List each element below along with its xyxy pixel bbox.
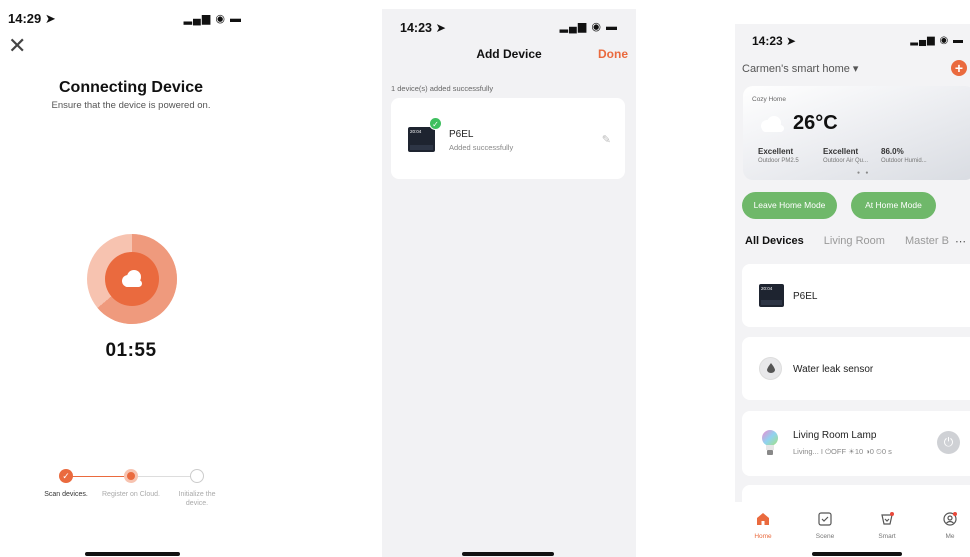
close-icon[interactable]: ✕ bbox=[8, 35, 26, 57]
add-icon[interactable]: + bbox=[951, 60, 967, 76]
status-time: 14:23 ➤ bbox=[752, 34, 797, 48]
connecting-screen: 14:29 ➤ ▂▄▆ ◉ ▬ ✕ Connecting Device Ensu… bbox=[0, 0, 262, 557]
device-status: Added successfully bbox=[449, 143, 514, 152]
metric-pm25: Excellent Outdoor PM2.5 bbox=[758, 147, 799, 164]
metric-label: Outdoor PM2.5 bbox=[758, 158, 799, 164]
device-name: Living Room Lamp bbox=[793, 430, 877, 441]
home-indicator[interactable] bbox=[85, 552, 180, 556]
home-icon bbox=[757, 513, 769, 525]
step-connector-done bbox=[66, 476, 131, 477]
tab-label: Scene bbox=[815, 533, 835, 540]
step-connector-pending bbox=[131, 476, 197, 477]
leave-home-mode-button[interactable]: Leave Home Mode bbox=[742, 192, 837, 219]
cloud-icon bbox=[758, 116, 786, 132]
step-pending-dot bbox=[190, 469, 204, 483]
cloud-icon bbox=[118, 268, 146, 290]
edit-icon[interactable]: ✎ bbox=[602, 133, 611, 146]
metric-value: 86.0% bbox=[881, 147, 904, 156]
page-title: Connecting Device bbox=[58, 79, 204, 96]
tab-label: Smart bbox=[878, 533, 896, 540]
device-name: P6EL bbox=[793, 291, 818, 302]
device-card[interactable]: 20:04 ✓ P6EL Added successfully ✎ bbox=[391, 98, 625, 179]
sensor-icon bbox=[759, 357, 782, 380]
device-thumbnail: 20:04 bbox=[408, 127, 435, 152]
metric-value: Excellent bbox=[758, 147, 794, 156]
page-dots: ● ● bbox=[857, 170, 871, 176]
smart-icon bbox=[881, 512, 894, 525]
temperature: 26°C bbox=[793, 112, 838, 134]
water-drop-icon bbox=[767, 363, 775, 373]
check-icon: ✓ bbox=[429, 117, 442, 130]
check-icon: ✓ bbox=[59, 469, 73, 483]
tab-master-bedroom[interactable]: Master B bbox=[905, 235, 949, 247]
metric-label: Outdoor Humid... bbox=[881, 158, 927, 164]
scene-icon bbox=[818, 512, 832, 526]
bulb-icon bbox=[762, 430, 778, 455]
page-subtitle: Ensure that the device is powered on. bbox=[51, 100, 211, 111]
thumbnail-buttons bbox=[410, 145, 433, 150]
more-icon[interactable]: ⋯ bbox=[955, 235, 966, 248]
metric-label: Outdoor Air Qu... bbox=[823, 158, 869, 164]
device-info: Living... I ⏻OFF ☀10 ◑0 ⏲0 s bbox=[793, 447, 892, 456]
status-icons: ▂▄▆ ◉ ▬ bbox=[910, 35, 964, 46]
status-time: 14:23 ➤ bbox=[400, 21, 446, 35]
device-card-living-room-lamp[interactable]: Living Room Lamp Living... I ⏻OFF ☀10 ◑0… bbox=[742, 411, 970, 476]
status-time: 14:29 ➤ bbox=[8, 11, 56, 26]
device-card-p6el[interactable]: 20:04 P6EL bbox=[742, 264, 970, 327]
tab-scene[interactable]: Scene bbox=[803, 512, 847, 540]
step-active-dot bbox=[124, 469, 138, 483]
home-indicator[interactable] bbox=[812, 552, 902, 556]
tab-smart[interactable]: Smart bbox=[865, 512, 909, 540]
home-selector[interactable]: Carmen's smart home ▾ bbox=[742, 62, 858, 75]
at-home-mode-button[interactable]: At Home Mode bbox=[851, 192, 936, 219]
step-label-register: Register on Cloud. bbox=[102, 491, 160, 498]
device-thumbnail: 20:04 bbox=[759, 284, 784, 307]
metric-humidity: 86.0% Outdoor Humid... bbox=[881, 147, 927, 164]
device-name: Water leak sensor bbox=[793, 364, 874, 375]
step-label-scan: Scan devices. bbox=[44, 491, 88, 498]
done-button[interactable]: Done bbox=[598, 47, 628, 61]
device-name: P6EL bbox=[449, 129, 474, 140]
home-screen: 14:23 ➤ ▂▄▆ ◉ ▬ Carmen's smart home ▾ + … bbox=[735, 24, 970, 557]
weather-card[interactable]: Cozy Home 26°C Excellent Outdoor PM2.5 E… bbox=[743, 86, 970, 180]
added-message: 1 device(s) added successfully bbox=[391, 84, 494, 93]
status-icons: ▂▄▆ ◉ ▬ bbox=[559, 21, 618, 33]
thumbnail-clock: 20:04 bbox=[410, 129, 422, 134]
tab-label: Me bbox=[945, 533, 955, 540]
weather-label: Cozy Home bbox=[752, 96, 786, 103]
metric-value: Excellent bbox=[823, 147, 859, 156]
metric-air-quality: Excellent Outdoor Air Qu... bbox=[823, 147, 868, 164]
tab-me[interactable]: Me bbox=[928, 512, 970, 540]
thumbnail-clock: 20:04 bbox=[761, 286, 773, 291]
profile-icon bbox=[943, 512, 957, 526]
bottom-tab-bar: Home Scene Smart Me bbox=[735, 502, 970, 557]
thumbnail-buttons bbox=[761, 300, 782, 305]
home-indicator[interactable] bbox=[462, 552, 554, 556]
status-icons: ▂▄▆ ◉ ▬ bbox=[183, 13, 242, 25]
room-tabs: All Devices Living Room Master B bbox=[745, 235, 966, 247]
tab-home[interactable]: Home bbox=[741, 512, 785, 540]
add-device-screen: 14:23 ➤ ▂▄▆ ◉ ▬ Add Device Done 1 device… bbox=[382, 9, 636, 557]
tab-living-room[interactable]: Living Room bbox=[824, 235, 885, 247]
step-label-initialize: Initialize the device. bbox=[178, 491, 216, 507]
power-icon[interactable]: ⏻ bbox=[937, 431, 960, 454]
tab-label: Home bbox=[754, 533, 772, 540]
device-card-water-leak[interactable]: Water leak sensor bbox=[742, 337, 970, 400]
countdown-timer: 01:55 bbox=[105, 340, 157, 361]
tab-all-devices[interactable]: All Devices bbox=[745, 235, 804, 247]
